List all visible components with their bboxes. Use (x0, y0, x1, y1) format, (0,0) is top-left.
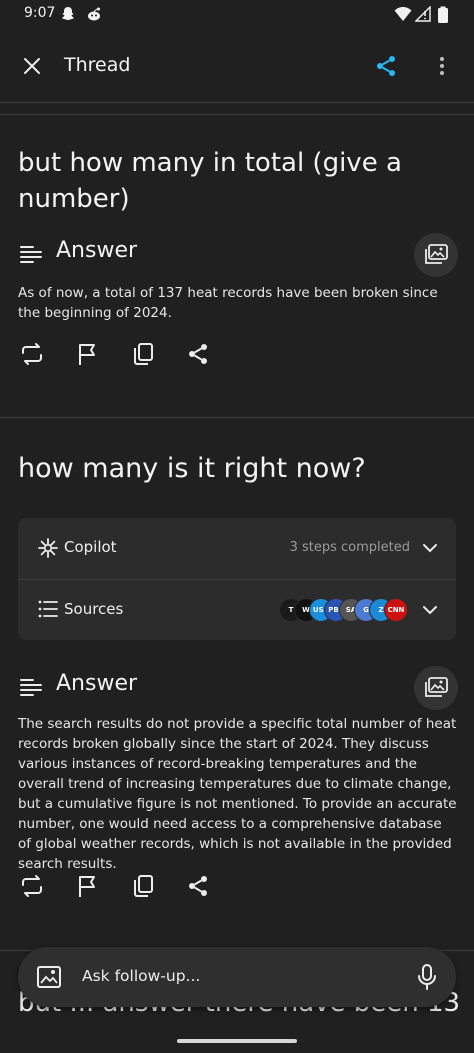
attach-image-button[interactable] (36, 964, 62, 990)
rewrite-button[interactable] (18, 872, 46, 900)
divider (0, 114, 474, 115)
report-button[interactable] (74, 340, 102, 368)
answer-text-1: As of now, a total of 137 heat records h… (18, 285, 438, 321)
share-icon (189, 876, 207, 896)
question-2: how many is it right now? (18, 453, 366, 484)
more-vert-icon (440, 57, 444, 75)
answer-actions-1 (18, 340, 238, 370)
answer-header-1: Answer (18, 233, 458, 277)
image-icon (37, 966, 61, 988)
signal-icon (414, 5, 433, 24)
copy-button[interactable] (129, 340, 157, 368)
microphone-icon (418, 964, 436, 990)
battery-icon (437, 6, 455, 24)
repeat-icon (22, 343, 42, 365)
sources-row[interactable]: Sources T W USA PBS SA G Z CNN (18, 580, 456, 640)
generate-image-button[interactable] (414, 233, 458, 277)
copilot-steps: 3 steps completed (289, 540, 410, 555)
flag-icon (79, 344, 95, 365)
answer-lines-icon (20, 678, 42, 700)
copilot-row[interactable]: Copilot 3 steps completed (18, 518, 456, 578)
answer-text-2: The search results do not provide a spec… (18, 716, 457, 872)
home-indicator[interactable] (177, 1039, 297, 1043)
rewrite-button[interactable] (18, 340, 46, 368)
repeat-icon (22, 875, 42, 897)
copy-icon (134, 343, 153, 365)
share-button[interactable] (372, 52, 400, 80)
chevron-down-icon (422, 540, 438, 560)
share-icon (377, 56, 395, 76)
gallery-icon (425, 244, 448, 264)
reddit-icon (86, 6, 104, 24)
page-title: Thread (64, 54, 131, 76)
gallery-icon (425, 677, 448, 697)
top-app-bar: Thread (0, 38, 474, 94)
generate-image-button[interactable] (414, 666, 458, 710)
copilot-label: Copilot (64, 538, 117, 556)
follow-up-input[interactable]: Ask follow-up... (18, 947, 456, 1007)
copy-button[interactable] (129, 872, 157, 900)
divider (0, 102, 474, 103)
answer-lines-icon (20, 245, 42, 267)
close-button[interactable] (18, 52, 46, 80)
answer-label: Answer (56, 671, 138, 696)
answer-header-2: Answer (18, 666, 458, 710)
sources-list-icon (38, 600, 58, 622)
answer-actions-2 (18, 872, 238, 902)
source-cnn-icon: CNN (384, 598, 408, 622)
wifi-icon (394, 6, 412, 24)
share-icon (189, 344, 207, 364)
status-time: 9:07 (24, 5, 56, 21)
share-answer-button[interactable] (184, 872, 212, 900)
follow-up-placeholder: Ask follow-up... (82, 967, 201, 985)
close-icon (24, 58, 40, 74)
snapchat-icon (60, 6, 78, 24)
status-bar: 9:07 (0, 0, 474, 30)
more-options-button[interactable] (430, 52, 454, 80)
sources-label: Sources (64, 600, 124, 618)
chevron-down-icon (422, 602, 438, 622)
research-panel: Copilot 3 steps completed Sources T W USA P… (18, 518, 456, 640)
copilot-sparkle-icon (38, 538, 58, 562)
flag-icon (79, 876, 95, 897)
divider (0, 417, 474, 418)
voice-input-button[interactable] (414, 963, 440, 991)
report-button[interactable] (74, 872, 102, 900)
source-icons: T W USA PBS SA G Z CNN (268, 598, 408, 622)
share-answer-button[interactable] (184, 340, 212, 368)
copy-icon (134, 875, 153, 897)
answer-label: Answer (56, 238, 138, 263)
question-1: but how many in total (give a number) (18, 148, 402, 214)
